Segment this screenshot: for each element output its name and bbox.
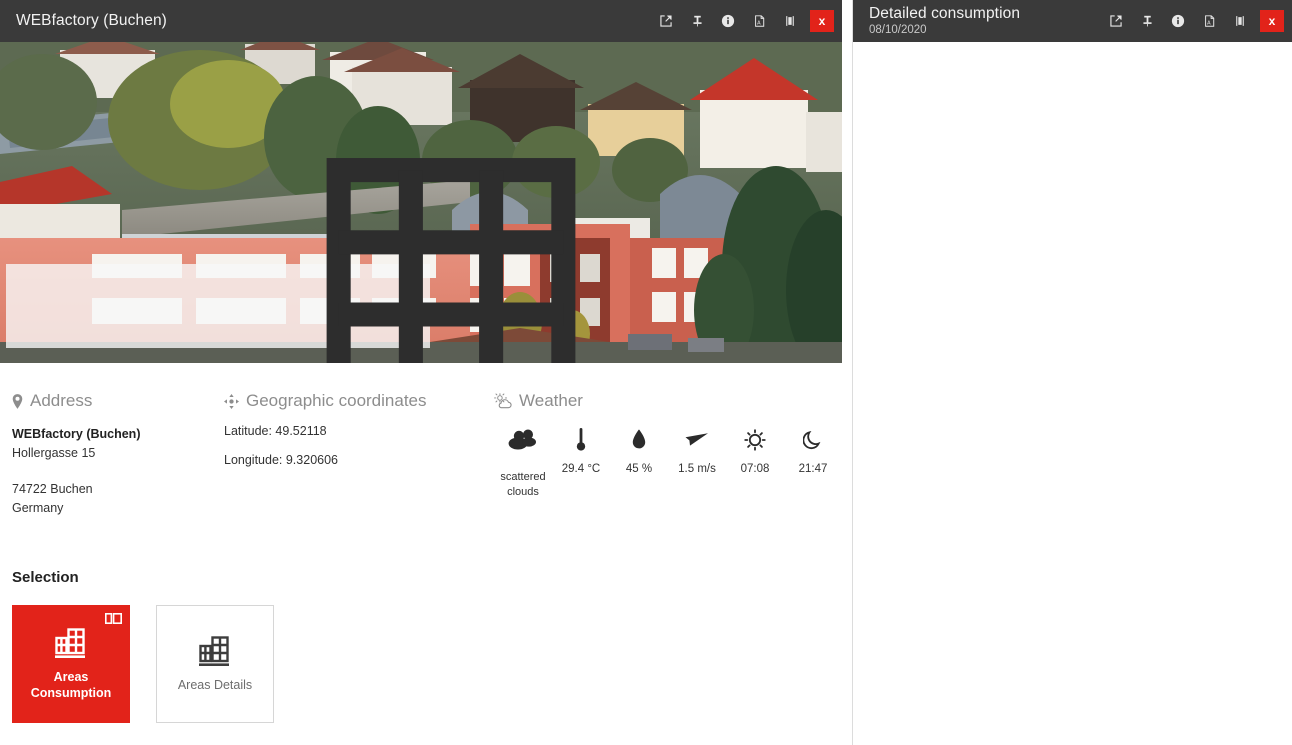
split-panel-icon <box>105 613 122 624</box>
site-overview-widget: WEBfactory (Buchen) <box>0 0 842 745</box>
weather-sunrise-value: 07:08 <box>741 463 770 475</box>
weather-humidity-value: 45 % <box>626 463 652 475</box>
tile-areas-details[interactable]: Areas Details <box>156 605 274 723</box>
clouds-icon <box>508 425 538 455</box>
weather-temperature: 29.4 °C <box>552 425 610 482</box>
detailed-consumption-title: Detailed consumption <box>869 5 1020 22</box>
pin-icon[interactable] <box>686 0 708 42</box>
weather-condition-caption: scattered clouds <box>494 470 552 500</box>
detailed-consumption-date: 08/10/2020 <box>869 24 1020 37</box>
pdf-export-icon[interactable]: A <box>748 0 770 42</box>
close-button[interactable]: x <box>1260 10 1284 32</box>
selection-title: Selection <box>12 569 842 586</box>
wind-arrow-icon <box>684 425 710 455</box>
toggle-sidepanel-icon[interactable] <box>779 0 801 42</box>
geographic-heading: Geographic coordinates <box>224 391 494 411</box>
site-overview-body: Sitetype Office Address <box>0 42 842 745</box>
tile-areas-details-label: Areas Details <box>178 677 252 693</box>
longitude-value: Longitude: 9.320606 <box>224 454 494 467</box>
page-title: WEBfactory (Buchen) <box>16 12 167 29</box>
weather-humidity: 45 % <box>610 425 668 482</box>
panel-divider <box>842 0 852 745</box>
weather-wind: 1.5 m/s <box>668 425 726 482</box>
address-section: Address WEBfactory (Buchen) Hollergasse … <box>0 391 224 519</box>
address-country: Germany <box>12 499 224 518</box>
selection-tiles: Areas Consumption Areas <box>12 605 842 723</box>
latitude-value: Latitude: 49.52118 <box>224 425 494 438</box>
sunrise-sun-icon <box>744 425 766 455</box>
weather-sunset-value: 21:47 <box>799 463 828 475</box>
weather-temperature-value: 29.4 °C <box>562 463 600 475</box>
toggle-sidepanel-icon[interactable] <box>1229 0 1251 42</box>
geographic-heading-label: Geographic coordinates <box>246 391 427 411</box>
weather-heading-label: Weather <box>519 391 583 411</box>
map-pin-icon <box>12 394 23 409</box>
buildings-icon <box>54 626 88 660</box>
detailed-consumption-header: Detailed consumption 08/10/2020 <box>853 0 1292 42</box>
weather-sunrise: 07:08 <box>726 425 784 482</box>
detailed-consumption-widget: Detailed consumption 08/10/2020 <box>852 0 1292 745</box>
pin-icon[interactable] <box>1136 0 1158 42</box>
buildings-icon <box>198 634 232 668</box>
open-external-icon[interactable] <box>655 0 677 42</box>
address-heading-label: Address <box>30 391 92 411</box>
selection-section: Selection <box>0 519 842 723</box>
address-heading: Address <box>12 391 224 411</box>
weather-section: Weather <box>494 391 842 519</box>
detailed-consumption-body <box>853 42 1292 745</box>
open-external-icon[interactable] <box>1105 0 1127 42</box>
svg-text:A: A <box>757 20 761 26</box>
detailed-consumption-header-actions: A x <box>1105 0 1292 42</box>
site-info-row: Address WEBfactory (Buchen) Hollergasse … <box>0 363 842 519</box>
weather-heading: Weather <box>494 391 842 411</box>
site-photo: Sitetype Office <box>0 42 842 363</box>
address-city: 74722 Buchen <box>12 480 224 499</box>
tile-areas-consumption[interactable]: Areas Consumption <box>12 605 130 723</box>
weather-wind-value: 1.5 m/s <box>678 463 716 475</box>
address-name: WEBfactory (Buchen) <box>12 425 224 444</box>
info-icon[interactable] <box>717 0 739 42</box>
weather-sunset: 21:47 <box>784 425 842 482</box>
close-button[interactable]: x <box>810 10 834 32</box>
thermometer-icon <box>575 425 587 455</box>
weather-items: scattered clouds 29.4 °C <box>494 425 842 500</box>
tile-areas-consumption-label: Areas Consumption <box>13 669 129 701</box>
geographic-section: Geographic coordinates Latitude: 49.5211… <box>224 391 494 519</box>
pdf-export-icon[interactable]: A <box>1198 0 1220 42</box>
address-spacer <box>12 464 224 480</box>
weather-condition: scattered clouds <box>494 425 552 500</box>
site-overview-header: WEBfactory (Buchen) <box>0 0 842 42</box>
sitetype-overlay: Sitetype Office <box>6 264 430 348</box>
building-icon <box>30 146 842 364</box>
sunset-moon-icon <box>803 425 823 455</box>
site-overview-header-actions: A x <box>655 0 842 42</box>
dashboard-root: WEBfactory (Buchen) <box>0 0 1292 745</box>
svg-text:A: A <box>1207 20 1211 26</box>
site-overview-header-titles: WEBfactory (Buchen) <box>16 12 167 29</box>
crosshair-icon <box>224 394 239 409</box>
droplet-icon <box>631 425 647 455</box>
detailed-consumption-header-titles: Detailed consumption 08/10/2020 <box>869 5 1020 37</box>
address-street: Hollergasse 15 <box>12 444 224 463</box>
sun-cloud-icon <box>494 393 512 409</box>
info-icon[interactable] <box>1167 0 1189 42</box>
